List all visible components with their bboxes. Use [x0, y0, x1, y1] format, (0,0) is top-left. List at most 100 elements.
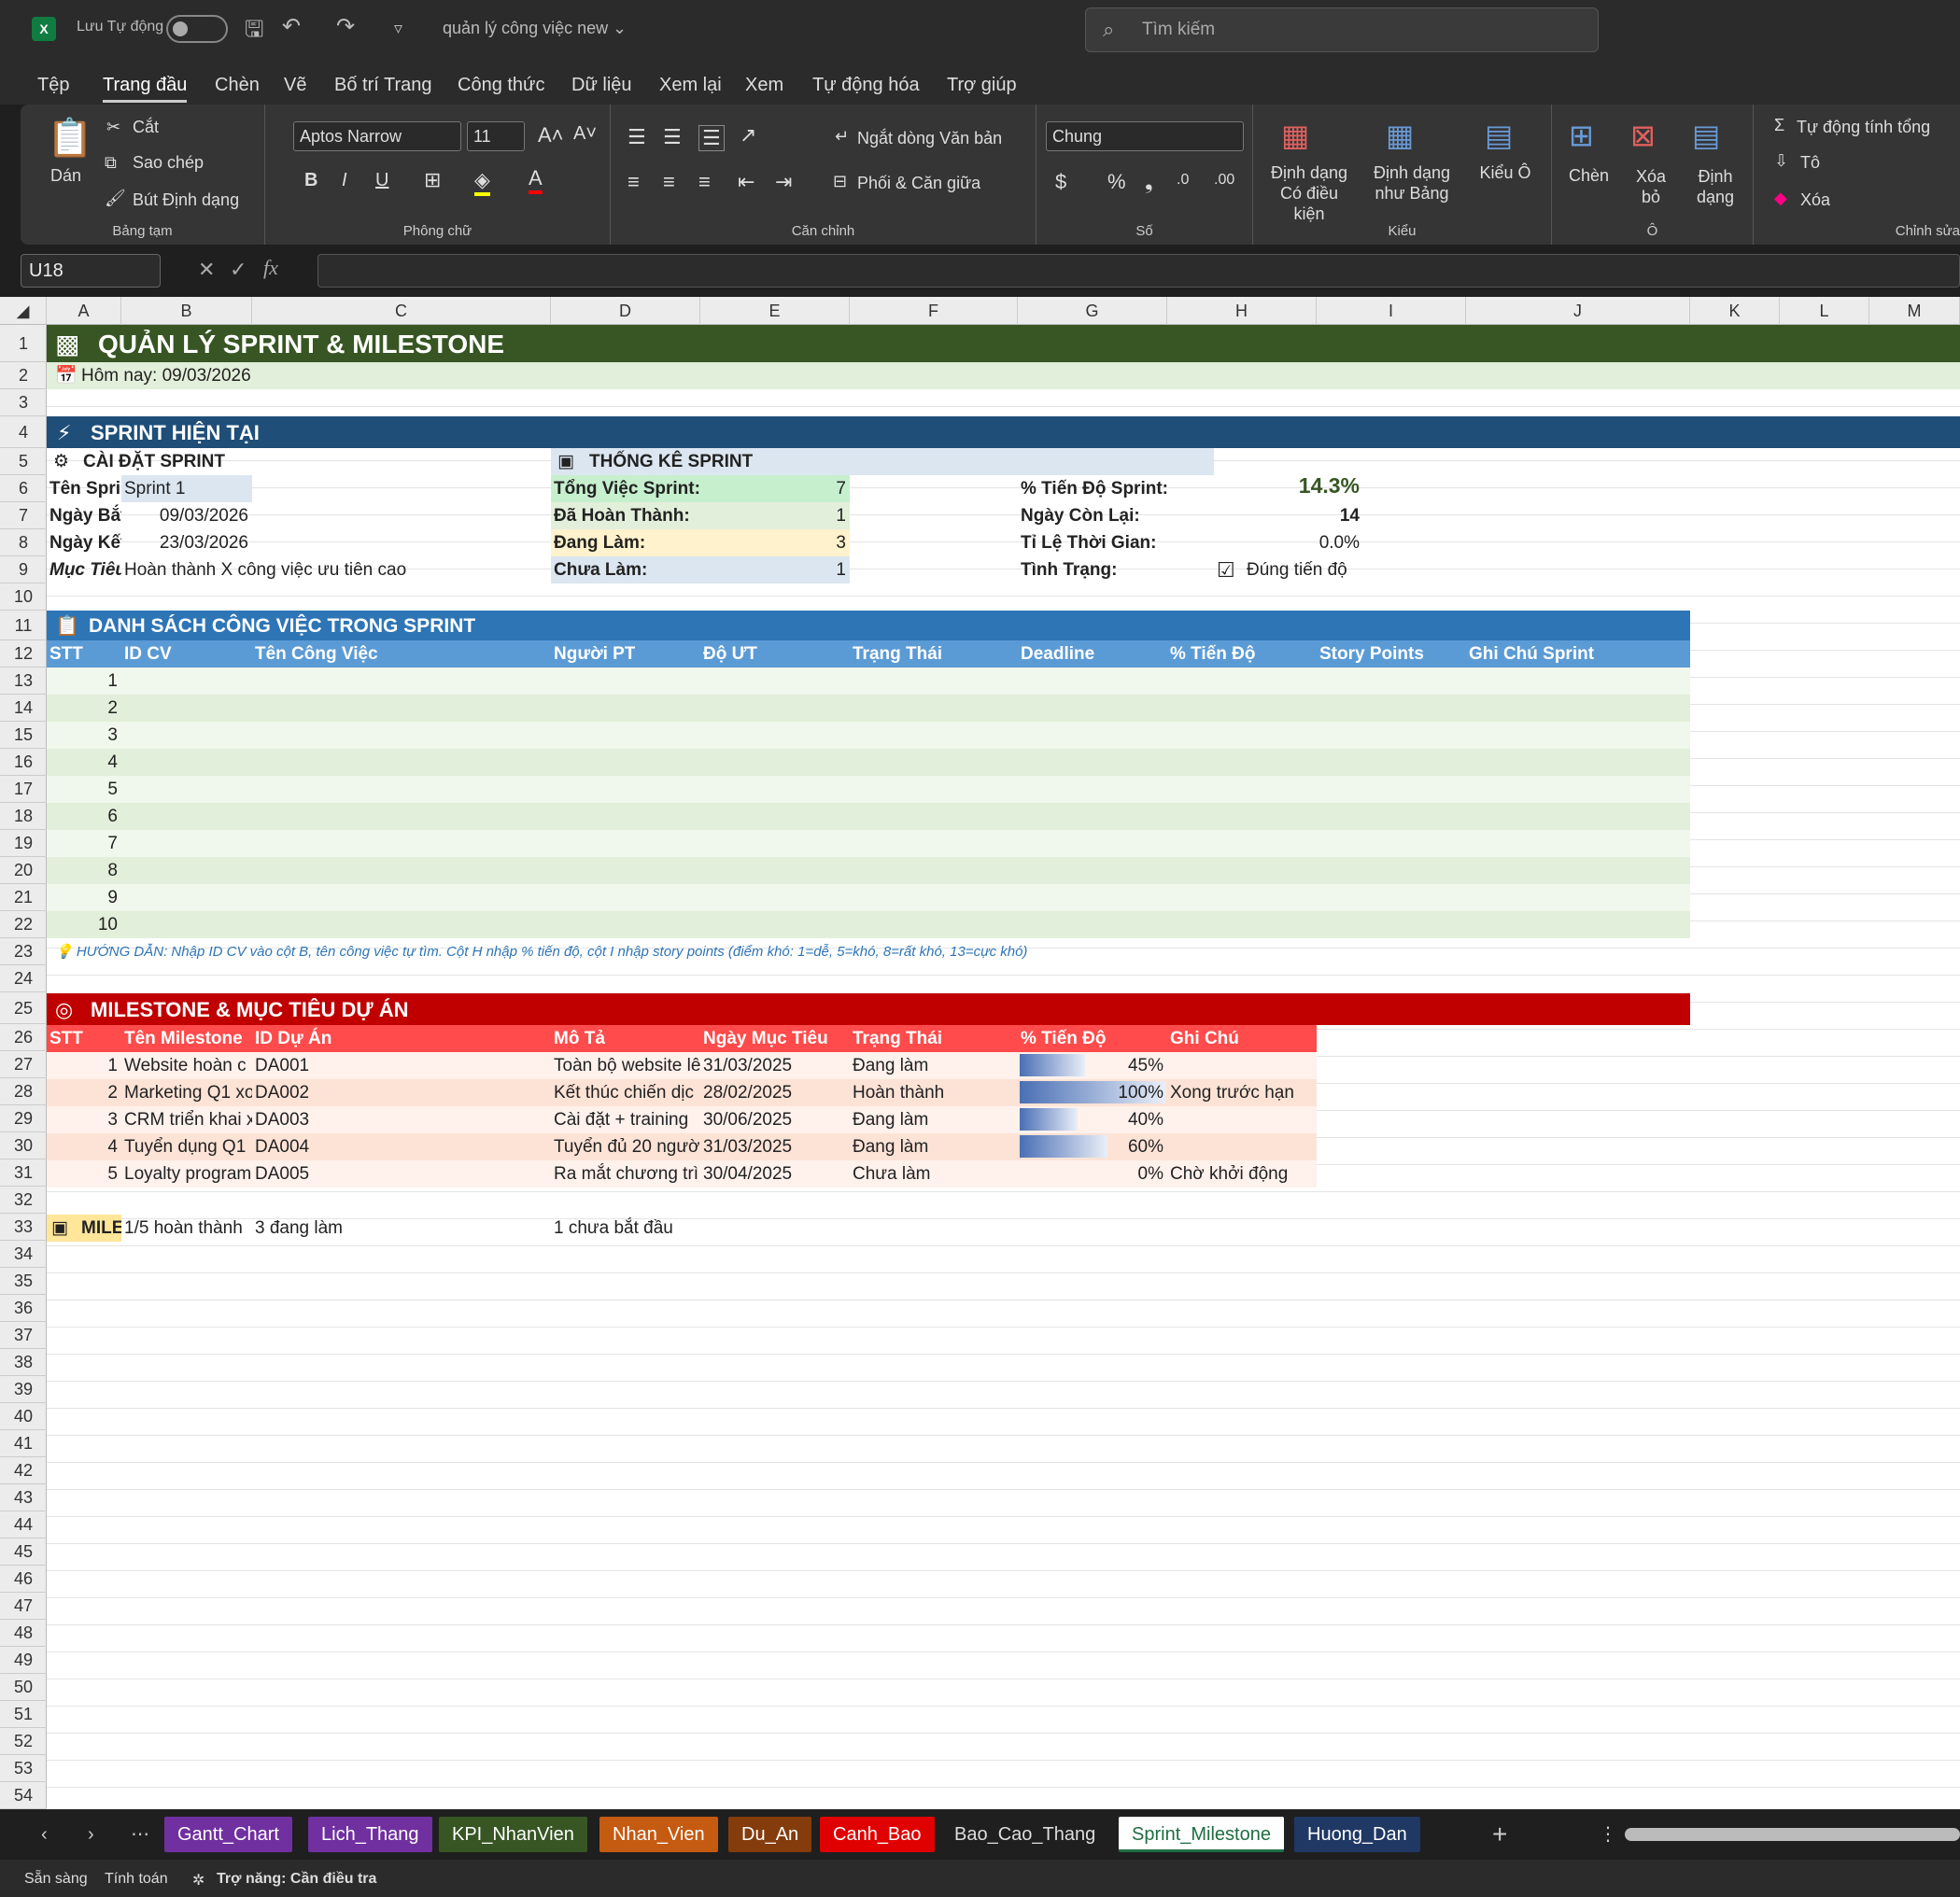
table-row[interactable] [47, 884, 1690, 911]
cell-styles-icon[interactable]: ▤ [1485, 118, 1513, 153]
row-header[interactable]: 14 [0, 695, 47, 722]
row-header[interactable]: 18 [0, 803, 47, 830]
format-cells-button[interactable]: Định dạng [1683, 166, 1748, 207]
menu-formulas[interactable]: Công thức [458, 75, 544, 96]
format-painter-button[interactable]: Bút Định dạng [133, 190, 239, 210]
menu-file[interactable]: Tệp [37, 75, 69, 96]
row-header[interactable]: 2 [0, 362, 47, 389]
row-header[interactable]: 41 [0, 1430, 47, 1457]
menu-view[interactable]: Xem [745, 75, 783, 96]
row-header[interactable]: 17 [0, 776, 47, 803]
more-sheets-icon[interactable]: ⋯ [118, 1817, 162, 1852]
menu-data[interactable]: Dữ liệu [571, 75, 632, 96]
menu-help[interactable]: Trợ giúp [947, 75, 1017, 96]
row-header[interactable]: 42 [0, 1457, 47, 1484]
row-header[interactable]: 39 [0, 1376, 47, 1403]
add-sheet-icon[interactable]: + [1479, 1817, 1520, 1852]
row-header[interactable]: 38 [0, 1349, 47, 1376]
column-header[interactable]: B [121, 297, 252, 325]
table-row[interactable] [47, 667, 1690, 695]
accessibility-status[interactable]: Trợ năng: Cần điều tra [217, 1871, 376, 1888]
row-header[interactable]: 54 [0, 1782, 47, 1809]
sheet-tab[interactable]: Du_An [728, 1817, 812, 1852]
file-title[interactable]: quản lý công việc new [443, 19, 608, 38]
delete-cells-icon[interactable]: ⊠ [1630, 118, 1656, 153]
table-row[interactable] [47, 722, 1690, 749]
settings-value[interactable]: Sprint 1 [121, 475, 252, 502]
row-header[interactable]: 26 [0, 1024, 47, 1051]
decrease-indent-icon[interactable]: ⇤ [738, 170, 754, 194]
clear-icon[interactable]: ◆ [1774, 189, 1787, 208]
underline-button[interactable]: U [375, 170, 388, 191]
prev-sheet-icon[interactable]: ‹ [28, 1817, 61, 1852]
sheet-tab[interactable]: Canh_Bao [820, 1817, 935, 1852]
cut-icon[interactable]: ✂ [106, 118, 120, 137]
next-sheet-icon[interactable]: › [75, 1817, 107, 1852]
row-header[interactable]: 33 [0, 1214, 47, 1241]
row-header[interactable]: 49 [0, 1647, 47, 1674]
wrap-icon[interactable]: ↵ [835, 127, 849, 147]
row-header[interactable]: 32 [0, 1187, 47, 1214]
menu-automate[interactable]: Tự động hóa [812, 75, 920, 96]
increase-indent-icon[interactable]: ⇥ [775, 170, 792, 194]
enter-icon[interactable]: ✓ [230, 258, 247, 282]
grow-font-icon[interactable]: A˄ [538, 123, 564, 148]
table-row[interactable] [47, 749, 1690, 776]
sheet-tab[interactable]: KPI_NhanVien [439, 1817, 587, 1852]
sheet-tab[interactable]: Lich_Thang [308, 1817, 432, 1852]
row-header[interactable]: 35 [0, 1268, 47, 1295]
column-header[interactable]: A [47, 297, 121, 325]
format-cells-icon[interactable]: ▤ [1692, 118, 1720, 153]
insert-cells-button[interactable]: Chèn [1569, 166, 1609, 186]
increase-decimal-icon[interactable]: .0 [1177, 172, 1189, 189]
undo-icon[interactable]: ↶ [282, 13, 301, 40]
comma-icon[interactable]: ❟ [1145, 170, 1153, 194]
row-header[interactable]: 6 [0, 475, 47, 502]
column-header[interactable]: I [1317, 297, 1466, 325]
row-header[interactable]: 34 [0, 1241, 47, 1268]
menu-review[interactable]: Xem lại [659, 75, 722, 96]
cancel-icon[interactable]: ✕ [198, 258, 215, 282]
font-name-select[interactable]: Aptos Narrow [293, 121, 461, 151]
row-header[interactable]: 30 [0, 1132, 47, 1159]
row-header[interactable]: 45 [0, 1539, 47, 1566]
row-header[interactable]: 51 [0, 1701, 47, 1728]
row-header[interactable]: 48 [0, 1620, 47, 1647]
row-header[interactable]: 8 [0, 529, 47, 556]
row-header[interactable]: 7 [0, 502, 47, 529]
name-box[interactable]: U18 [21, 254, 161, 288]
font-size-select[interactable]: 11 [467, 121, 525, 151]
align-bottom-icon[interactable]: ☰ [698, 125, 725, 151]
horizontal-scrollbar[interactable] [1625, 1828, 1960, 1841]
redo-icon[interactable]: ↷ [336, 13, 355, 40]
row-header[interactable]: 25 [0, 992, 47, 1024]
orientation-icon[interactable]: ↗ [740, 123, 756, 148]
sheet-tab[interactable]: Sprint_Milestone [1119, 1817, 1284, 1852]
column-header[interactable]: E [700, 297, 850, 325]
row-header[interactable]: 46 [0, 1566, 47, 1593]
save-icon[interactable]: 🖫 [245, 13, 263, 51]
align-center-icon[interactable]: ≡ [663, 170, 675, 194]
paste-button[interactable]: Dán [50, 166, 81, 186]
column-header[interactable]: J [1466, 297, 1690, 325]
autosave-toggle[interactable] [166, 15, 228, 43]
number-format-select[interactable]: Chung [1046, 121, 1244, 151]
conditional-format-icon[interactable]: ▦ [1281, 118, 1309, 153]
customize-toolbar-icon[interactable]: ▿ [394, 19, 402, 38]
cell-styles-button[interactable]: Kiểu Ô [1477, 162, 1533, 183]
row-header[interactable]: 37 [0, 1322, 47, 1349]
menu-home[interactable]: Trang đầu [103, 75, 188, 103]
table-row[interactable] [47, 911, 1690, 938]
row-header[interactable]: 12 [0, 640, 47, 667]
shrink-font-icon[interactable]: A˅ [573, 123, 597, 145]
sheet-tab[interactable]: Bao_Cao_Thang [941, 1817, 1108, 1852]
row-header[interactable]: 28 [0, 1078, 47, 1105]
format-table-icon[interactable]: ▦ [1386, 118, 1414, 153]
menu-page-layout[interactable]: Bố trí Trang [334, 75, 432, 96]
merge-center-button[interactable]: Phối & Căn giữa [857, 174, 980, 193]
borders-icon[interactable]: ⊞ [424, 168, 441, 192]
function-icon[interactable]: fx [263, 256, 278, 280]
paste-icon[interactable]: 📋 [47, 116, 93, 160]
row-header[interactable]: 27 [0, 1051, 47, 1078]
table-row[interactable] [47, 695, 1690, 722]
